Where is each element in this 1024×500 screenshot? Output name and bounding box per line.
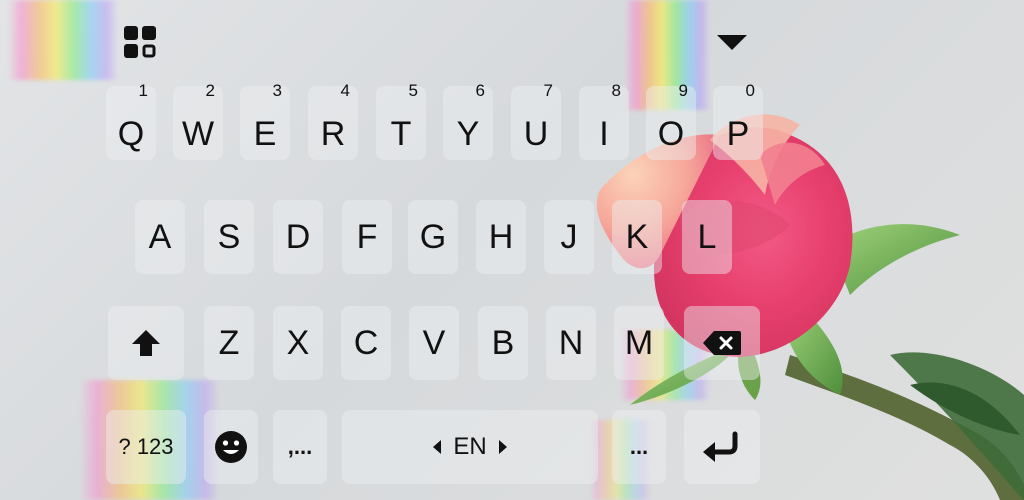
key-label: X	[286, 324, 310, 362]
symbols-key[interactable]: ? 123	[106, 410, 186, 484]
key-label: G	[419, 218, 447, 256]
key-label: R	[320, 115, 346, 153]
key-d[interactable]: D	[273, 200, 323, 274]
key-hint: 1	[138, 81, 148, 100]
key-h[interactable]: H	[476, 200, 526, 274]
period-label: ...	[629, 434, 649, 459]
period-key[interactable]: ...	[612, 410, 666, 484]
enter-key[interactable]	[684, 410, 760, 484]
rainbow-streak	[8, 0, 118, 80]
key-label: C	[353, 324, 379, 362]
backspace-icon	[703, 331, 741, 355]
key-j[interactable]: J	[544, 200, 594, 274]
arrow-right-icon	[498, 440, 507, 454]
key-n[interactable]: N	[546, 306, 596, 380]
key-label: T	[390, 115, 412, 153]
key-a[interactable]: A	[135, 200, 185, 274]
key-o[interactable]: 9O	[646, 81, 696, 160]
key-label: K	[625, 218, 649, 256]
arrow-left-icon	[433, 440, 442, 454]
enter-icon	[703, 431, 738, 462]
grid-icon	[124, 26, 156, 58]
key-label: U	[523, 115, 549, 153]
key-label: P	[726, 115, 750, 153]
key-label: F	[356, 218, 378, 256]
key-q[interactable]: 1Q	[106, 81, 156, 160]
key-b[interactable]: B	[478, 306, 528, 380]
key-t[interactable]: 5T	[376, 81, 426, 160]
hide-keyboard-button[interactable]	[712, 28, 752, 56]
emoji-icon	[215, 431, 247, 463]
key-u[interactable]: 7U	[511, 81, 561, 160]
key-e[interactable]: 3E	[240, 81, 290, 160]
key-label: B	[491, 324, 515, 362]
key-label: Z	[218, 324, 240, 362]
key-label: S	[217, 218, 241, 256]
key-hint: 5	[408, 81, 418, 100]
key-c[interactable]: C	[341, 306, 391, 380]
key-z[interactable]: Z	[204, 306, 254, 380]
key-label: V	[422, 324, 446, 362]
key-p[interactable]: 0P	[713, 81, 763, 160]
key-hint: 7	[543, 81, 553, 100]
language-label: EN	[453, 433, 487, 460]
key-g[interactable]: G	[408, 200, 458, 274]
key-l[interactable]: L	[682, 200, 732, 274]
key-hint: 0	[745, 81, 755, 100]
key-hint: 9	[678, 81, 688, 100]
language-indicator: EN	[431, 433, 508, 461]
shift-icon	[132, 330, 160, 356]
key-v[interactable]: V	[409, 306, 459, 380]
key-hint: 3	[272, 81, 282, 100]
key-w[interactable]: 2W	[173, 81, 223, 160]
backspace-key[interactable]	[684, 306, 760, 380]
key-label: M	[624, 324, 654, 362]
key-label: E	[253, 115, 277, 153]
key-f[interactable]: F	[342, 200, 392, 274]
key-r[interactable]: 4R	[308, 81, 358, 160]
key-label: N	[558, 324, 584, 362]
key-hint: 8	[611, 81, 621, 100]
key-label: I	[599, 115, 609, 153]
menu-button[interactable]	[120, 24, 160, 60]
key-label: Y	[456, 115, 480, 153]
comma-key[interactable]: ,...	[273, 410, 327, 484]
key-label: W	[181, 115, 215, 153]
key-s[interactable]: S	[204, 200, 254, 274]
key-label: Q	[117, 115, 145, 153]
key-k[interactable]: K	[612, 200, 662, 274]
key-x[interactable]: X	[273, 306, 323, 380]
key-m[interactable]: M	[614, 306, 664, 380]
key-label: L	[697, 218, 717, 256]
symbols-label: ? 123	[118, 434, 174, 459]
triangle-down-icon	[717, 35, 747, 50]
key-y[interactable]: 6Y	[443, 81, 493, 160]
key-label: A	[148, 218, 172, 256]
shift-key[interactable]	[108, 306, 184, 380]
key-label: H	[488, 218, 514, 256]
key-label: J	[560, 218, 578, 256]
key-i[interactable]: 8I	[579, 81, 629, 160]
key-hint: 2	[205, 81, 215, 100]
key-hint: 6	[475, 81, 485, 100]
emoji-key[interactable]	[204, 410, 258, 484]
key-label: D	[285, 218, 311, 256]
key-hint: 4	[340, 81, 350, 100]
space-key[interactable]: EN	[342, 410, 598, 484]
comma-label: ,...	[287, 434, 313, 459]
key-label: O	[657, 115, 685, 153]
